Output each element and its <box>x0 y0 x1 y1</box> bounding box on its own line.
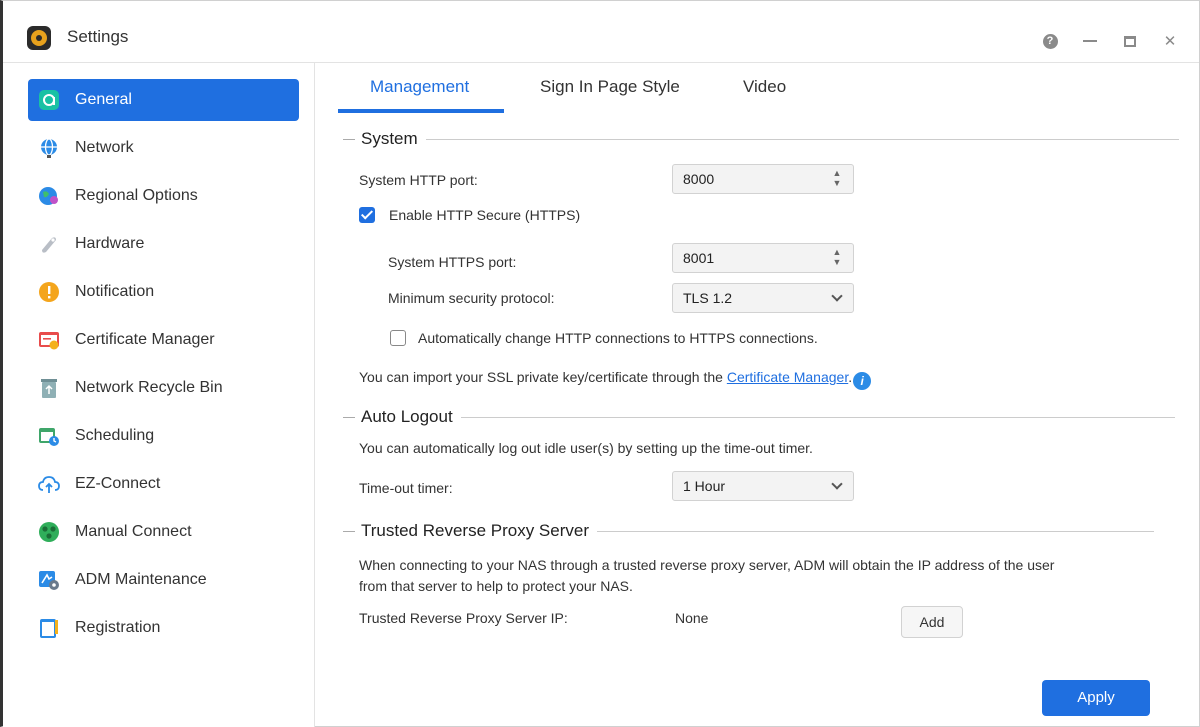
auto-logout-section-title: Auto Logout <box>361 407 453 426</box>
calendar-clock-icon <box>39 428 59 446</box>
certificate-manager-link[interactable]: Certificate Manager <box>727 369 848 385</box>
certificate-icon <box>39 332 59 350</box>
proxy-ip-value: None <box>675 610 709 626</box>
auto-redirect-checkbox[interactable] <box>390 330 406 346</box>
minimize-icon <box>1083 40 1097 42</box>
proxy-description-line2: from that server to help to protect your… <box>359 578 633 594</box>
title-bar: Settings ? ✕ <box>3 1 1199 63</box>
auto-logout-description: You can automatically log out idle user(… <box>359 440 813 456</box>
min-protocol-label: Minimum security protocol: <box>388 290 555 306</box>
tab-video[interactable]: Video <box>743 77 786 97</box>
min-protocol-value: TLS 1.2 <box>683 290 733 306</box>
maintenance-icon <box>39 571 59 590</box>
auto-redirect-label: Automatically change HTTP connections to… <box>418 330 818 346</box>
sidebar-item-notification[interactable]: Notification <box>28 271 299 313</box>
tab-management[interactable]: Management <box>370 77 469 97</box>
registration-icon <box>40 619 58 638</box>
proxy-section-title: Trusted Reverse Proxy Server <box>361 521 589 540</box>
general-icon <box>39 90 59 110</box>
manual-connect-icon <box>39 522 59 542</box>
maximize-button[interactable] <box>1121 32 1139 50</box>
help-button[interactable]: ? <box>1041 32 1059 50</box>
recycle-bin-icon <box>41 379 57 398</box>
sidebar-item-general[interactable]: General <box>28 79 299 121</box>
sidebar-item-label: EZ-Connect <box>75 475 161 492</box>
help-icon: ? <box>1042 33 1058 49</box>
sidebar-item-label: Certificate Manager <box>75 331 215 348</box>
sidebar-item-network-recycle-bin[interactable]: Network Recycle Bin <box>28 367 299 409</box>
sidebar-item-label: Manual Connect <box>75 523 192 540</box>
sidebar-item-registration[interactable]: Registration <box>28 607 299 649</box>
http-port-label: System HTTP port: <box>359 172 478 188</box>
sidebar-item-label: Network Recycle Bin <box>75 379 223 396</box>
sidebar-item-label: Regional Options <box>75 187 198 204</box>
add-proxy-button[interactable]: Add <box>901 606 963 638</box>
sidebar-item-adm-maintenance[interactable]: ADM Maintenance <box>28 559 299 601</box>
chevron-down-icon <box>831 478 843 490</box>
sidebar-item-label: Notification <box>75 283 155 300</box>
auto-logout-section-header: Auto Logout <box>343 407 1175 427</box>
sidebar-item-scheduling[interactable]: Scheduling <box>28 415 299 457</box>
proxy-ip-label: Trusted Reverse Proxy Server IP: <box>359 610 568 626</box>
maximize-icon <box>1124 35 1136 47</box>
enable-https-checkbox[interactable] <box>359 207 375 223</box>
info-icon[interactable]: i <box>853 372 872 390</box>
sidebar-item-label: Hardware <box>75 235 145 252</box>
proxy-section-header: Trusted Reverse Proxy Server <box>343 521 1154 541</box>
sidebar-item-manual-connect[interactable]: Manual Connect <box>28 511 299 553</box>
ssl-note-period: . <box>848 369 853 385</box>
regional-globe-icon <box>39 187 58 205</box>
chevron-down-icon <box>831 290 843 302</box>
https-port-stepper[interactable]: 8001 ▲ ▼ <box>672 243 854 273</box>
active-tab-indicator <box>338 109 504 113</box>
min-protocol-select[interactable]: TLS 1.2 <box>672 283 854 313</box>
http-port-value: 8000 <box>683 171 715 187</box>
http-port-spin-icon[interactable]: ▲ ▼ <box>831 168 843 190</box>
sidebar-item-label: Registration <box>75 619 161 636</box>
http-port-stepper[interactable]: 8000 ▲ ▼ <box>672 164 854 194</box>
sidebar-item-network[interactable]: Network <box>28 127 299 169</box>
timeout-timer-value: 1 Hour <box>683 478 726 494</box>
sidebar-item-label: General <box>75 91 132 108</box>
system-section-header: System <box>343 129 1179 149</box>
globe-icon <box>41 138 57 158</box>
close-button[interactable]: ✕ <box>1161 32 1179 50</box>
sidebar-item-hardware[interactable]: Hardware <box>28 223 299 265</box>
sidebar-item-regional-options[interactable]: Regional Options <box>28 175 299 217</box>
sidebar-item-label: Scheduling <box>75 427 155 444</box>
window-controls: ? ✕ <box>1041 31 1179 51</box>
https-port-value: 8001 <box>683 250 715 266</box>
minimize-button[interactable] <box>1081 32 1099 50</box>
enable-https-label: Enable HTTP Secure (HTTPS) <box>389 207 581 223</box>
tab-sign-in-page-style[interactable]: Sign In Page Style <box>540 77 680 97</box>
ssl-note: You can import your SSL private key/cert… <box>359 369 872 390</box>
alert-icon <box>39 282 59 302</box>
cloud-upload-icon <box>38 476 60 493</box>
sidebar-item-ez-connect[interactable]: EZ-Connect <box>28 463 299 505</box>
timeout-timer-select[interactable]: 1 Hour <box>672 471 854 501</box>
settings-window: Settings ? ✕ General Network Regional Op… <box>0 0 1200 727</box>
sidebar-item-label: ADM Maintenance <box>75 571 207 588</box>
system-section-title: System <box>361 129 418 148</box>
timeout-timer-label: Time-out timer: <box>359 480 453 496</box>
hardware-icon <box>42 237 56 253</box>
proxy-description-line1: When connecting to your NAS through a tr… <box>359 557 1055 573</box>
settings-app-icon <box>27 26 51 50</box>
https-port-label: System HTTPS port: <box>388 254 517 270</box>
close-icon: ✕ <box>1163 33 1177 50</box>
https-port-spin-icon[interactable]: ▲ ▼ <box>831 247 843 269</box>
sidebar-item-label: Network <box>75 139 134 156</box>
sidebar-item-certificate-manager[interactable]: Certificate Manager <box>28 319 299 361</box>
apply-button[interactable]: Apply <box>1042 680 1150 716</box>
sidebar: General Network Regional Options Hardwar… <box>3 63 315 727</box>
window-title: Settings <box>67 27 129 46</box>
ssl-note-text: You can import your SSL private key/cert… <box>359 369 727 385</box>
